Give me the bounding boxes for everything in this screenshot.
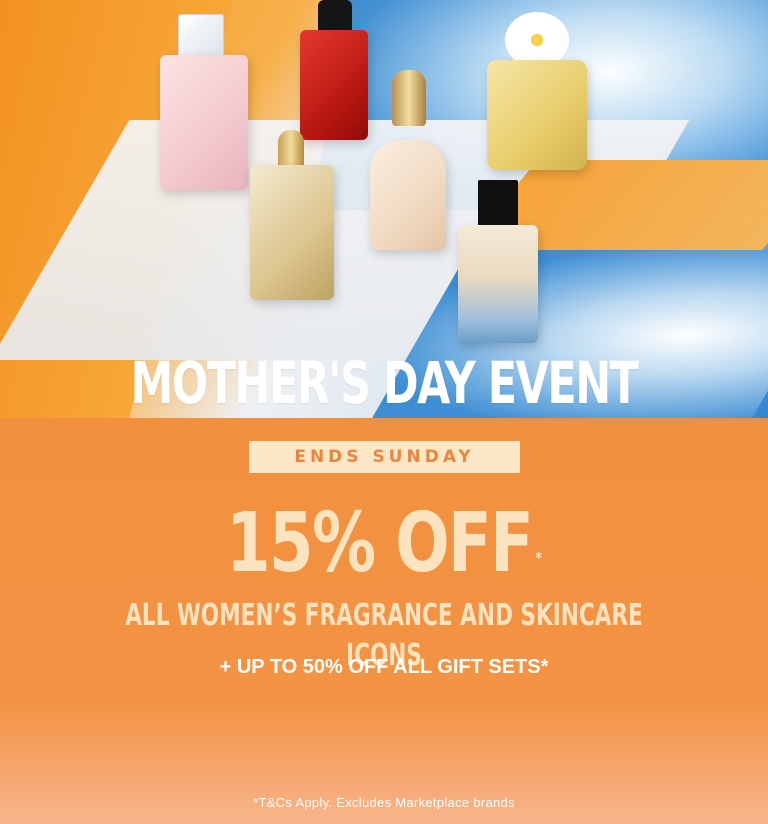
gold-perfume-bottle bbox=[250, 165, 334, 300]
daisy-perfume-bottle bbox=[487, 60, 587, 170]
red-perfume-bottle bbox=[300, 30, 368, 140]
discount-value: 15% OFF bbox=[226, 496, 534, 591]
mothers-day-banner[interactable]: MOTHER'S DAY EVENT ENDS SUNDAY 15% OFF * … bbox=[0, 0, 768, 824]
cream-perfume-bottle bbox=[370, 140, 446, 250]
cream-perfume-cap bbox=[392, 70, 426, 126]
badge-label: ENDS SUNDAY bbox=[294, 447, 475, 467]
discount-asterisk: * bbox=[535, 548, 542, 567]
ends-sunday-badge: ENDS SUNDAY bbox=[249, 441, 520, 473]
event-headline: MOTHER'S DAY EVENT bbox=[130, 349, 639, 417]
terms-footnote: *T&Cs Apply. Excludes Marketplace brands bbox=[253, 795, 515, 810]
red-perfume-cap bbox=[318, 0, 352, 34]
black-perfume-cap bbox=[478, 180, 518, 230]
discount-heading: 15% OFF * bbox=[84, 492, 683, 596]
gift-sets-offer: + UP TO 50% OFF ALL GIFT SETS* bbox=[219, 656, 549, 678]
blue-gradient-perfume-bottle bbox=[458, 225, 538, 343]
pink-perfume-bottle bbox=[160, 55, 248, 190]
